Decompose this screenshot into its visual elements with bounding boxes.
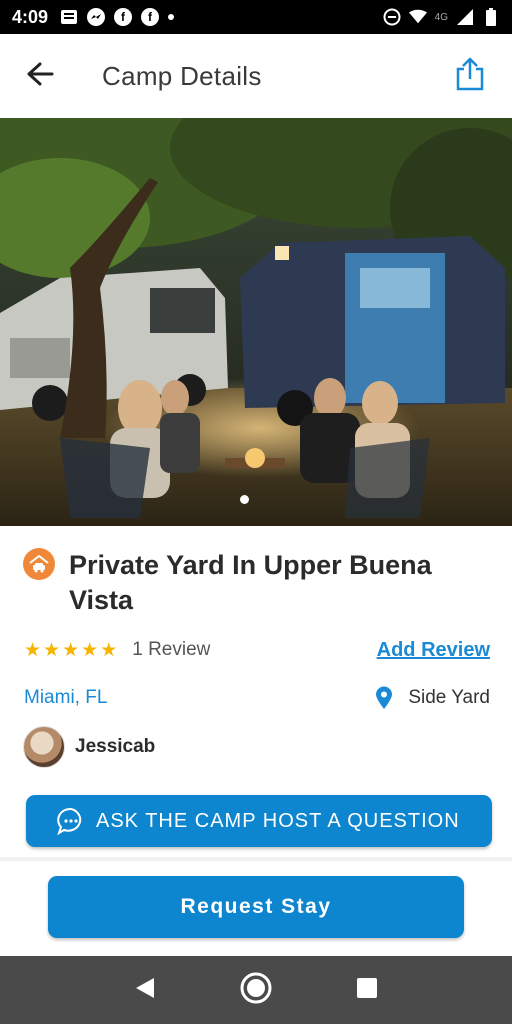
network-type: 4G xyxy=(434,11,448,23)
nav-home-button[interactable] xyxy=(232,966,280,1014)
star-icon: ★ xyxy=(81,639,99,661)
system-nav-bar xyxy=(0,956,512,1024)
status-bar: 4:09 f f 4G xyxy=(0,0,512,34)
rating-row: ★ ★ ★ ★ ★ 1 Review Add Review xyxy=(24,637,490,663)
car-in-house-icon xyxy=(23,548,55,580)
battery-icon xyxy=(482,8,500,26)
news-icon xyxy=(60,8,78,26)
messenger-icon xyxy=(87,8,106,26)
triangle-back-icon xyxy=(134,976,156,1005)
city-link[interactable]: Miami, FL xyxy=(24,687,107,709)
page-title: Camp Details xyxy=(102,60,262,91)
carousel-indicator xyxy=(240,495,249,504)
notification-icons: f f xyxy=(60,8,175,26)
listing-title: Private Yard In Upper Buena Vista xyxy=(69,550,432,615)
dot-icon xyxy=(168,14,175,20)
nav-back-button[interactable] xyxy=(121,966,169,1014)
ask-host-label: ASK THE CAMP HOST A QUESTION xyxy=(96,809,460,832)
campsite-photo[interactable] xyxy=(0,118,512,526)
host-row[interactable]: Jessicab xyxy=(23,725,155,769)
back-button[interactable] xyxy=(0,34,80,118)
home-circle-icon xyxy=(239,971,273,1010)
request-stay-label: Request Stay xyxy=(180,895,332,918)
facebook-icon: f xyxy=(141,8,160,26)
divider xyxy=(0,857,512,861)
ask-host-button[interactable]: ASK THE CAMP HOST A QUESTION xyxy=(26,795,492,847)
nav-recents-button[interactable] xyxy=(343,966,391,1014)
star-icon: ★ xyxy=(43,639,61,661)
avatar[interactable] xyxy=(23,726,65,768)
request-stay-button[interactable]: Request Stay xyxy=(48,876,464,938)
share-icon xyxy=(455,57,485,96)
star-rating: ★ ★ ★ ★ ★ xyxy=(24,641,117,660)
wifi-icon xyxy=(408,8,427,26)
review-count[interactable]: 1 Review xyxy=(132,639,210,661)
chat-bubble-icon xyxy=(56,806,86,836)
system-icons: 4G xyxy=(383,8,500,26)
add-review-link[interactable]: Add Review xyxy=(377,639,490,662)
yard-type-label: Side Yard xyxy=(408,687,490,708)
location-row: Miami, FL Side Yard xyxy=(24,685,490,711)
status-time: 4:09 xyxy=(12,6,49,27)
star-icon: ★ xyxy=(100,639,118,661)
star-icon: ★ xyxy=(24,639,42,661)
share-button[interactable] xyxy=(450,56,490,96)
location-pin-icon xyxy=(374,686,394,710)
facebook-icon: f xyxy=(114,8,133,26)
host-name[interactable]: Jessicab xyxy=(75,736,155,758)
square-recents-icon xyxy=(356,977,378,1004)
do-not-disturb-icon xyxy=(383,8,401,26)
app-bar: Camp Details xyxy=(0,34,512,118)
yard-type: Side Yard xyxy=(374,686,490,710)
star-icon: ★ xyxy=(62,639,80,661)
arrow-left-icon xyxy=(26,62,54,91)
signal-icon xyxy=(456,8,474,26)
